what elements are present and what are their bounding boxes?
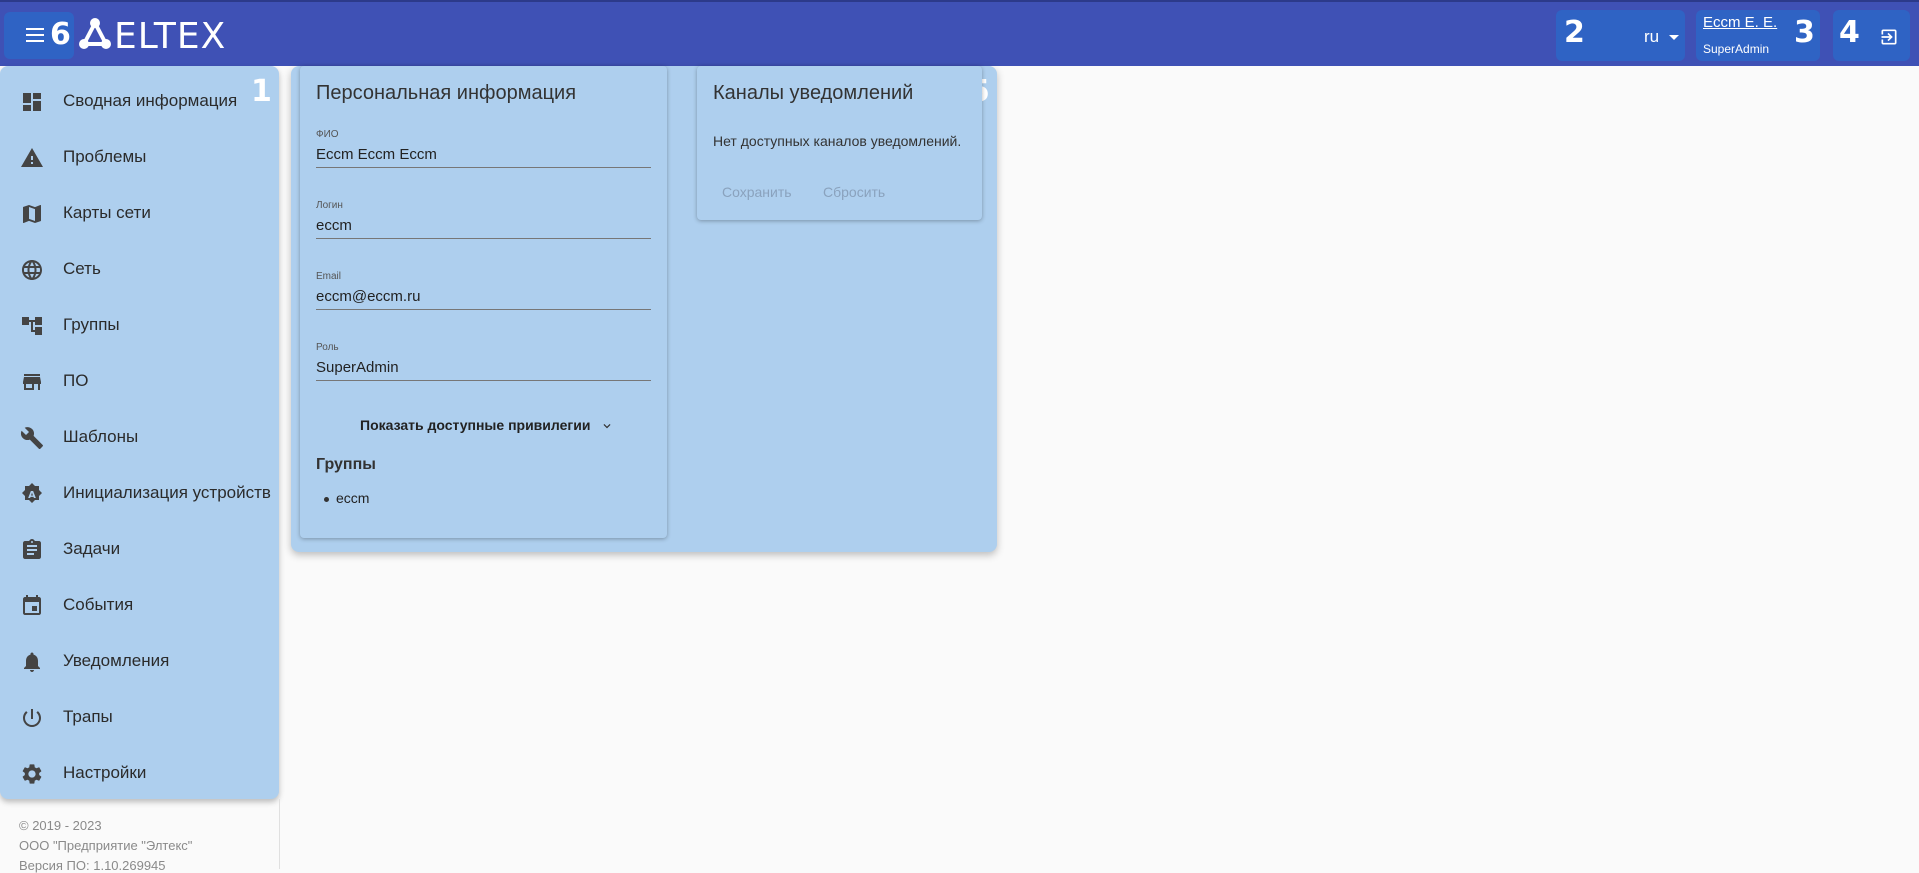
- sidebar-item-network-maps[interactable]: Карты сети: [0, 190, 279, 238]
- device-init-icon: A: [22, 483, 42, 503]
- sidebar-item-software[interactable]: ПО: [0, 358, 279, 406]
- notification-channels-card: Каналы уведомлений Нет доступных каналов…: [697, 66, 982, 220]
- svg-text:A: A: [28, 490, 36, 501]
- sidebar-item-notifications[interactable]: Уведомления: [0, 638, 279, 686]
- personal-info-title: Персональная информация: [316, 82, 577, 104]
- globe-icon: [22, 260, 42, 280]
- footer-version: Версия ПО: 1.10.269945: [19, 858, 166, 873]
- sidebar-item-label: Настройки: [63, 763, 147, 782]
- annotation-marker-3: 3: [1794, 15, 1815, 50]
- sidebar-item-traps[interactable]: Трапы: [0, 694, 279, 742]
- sidebar-item-label: Задачи: [63, 539, 121, 558]
- footer-copyright: © 2019 - 2023: [19, 818, 102, 833]
- show-privileges-toggle[interactable]: Показать доступные привилегии: [360, 417, 614, 433]
- profile-panel: 5 Персональная информация ФИО Eccm Eccm …: [291, 66, 997, 552]
- role-field[interactable]: SuperAdmin: [316, 359, 651, 381]
- wrench-icon: [20, 427, 43, 449]
- save-button[interactable]: Сохранить: [722, 184, 792, 200]
- chevron-down-icon: [603, 424, 611, 429]
- warning-icon: [21, 148, 43, 167]
- sidebar-item-label: ПО: [63, 371, 89, 390]
- email-field[interactable]: eccm@eccm.ru: [316, 288, 651, 310]
- sidebar-item-network[interactable]: Сеть: [0, 246, 279, 294]
- user-menu[interactable]: Eccm E. E. SuperAdmin 3: [1696, 10, 1820, 61]
- hamburger-icon[interactable]: [26, 28, 44, 42]
- sidebar-divider: [279, 799, 280, 869]
- footer-company: ООО "Предприятие "Элтекс": [19, 838, 193, 853]
- login-field[interactable]: eccm: [316, 217, 651, 239]
- channels-title: Каналы уведомлений: [713, 82, 914, 104]
- sidebar-item-dashboard[interactable]: Сводная информация: [0, 78, 279, 126]
- sidebar-item-label: Проблемы: [63, 147, 147, 166]
- menu-button-highlight[interactable]: 6: [4, 12, 74, 59]
- user-name-link[interactable]: Eccm E. E.: [1703, 14, 1777, 31]
- groups-title: Группы: [316, 456, 376, 473]
- logout-icon[interactable]: [1879, 27, 1899, 47]
- sidebar-nav: 1 Сводная информация Проблемы Карты сети…: [0, 66, 279, 799]
- top-app-bar: 6 ELTEX 2 ru Eccm E. E. SuperAdmin 3 4: [0, 0, 1919, 66]
- calendar-icon: [23, 595, 41, 615]
- show-privileges-label: Показать доступные привилегии: [360, 417, 591, 433]
- fio-field[interactable]: Eccm Eccm Eccm: [316, 146, 651, 168]
- personal-info-card: Персональная информация ФИО Eccm Eccm Ec…: [300, 66, 667, 538]
- annotation-marker-2: 2: [1564, 15, 1585, 50]
- sidebar-item-label: События: [63, 595, 134, 614]
- power-icon: [23, 709, 41, 727]
- list-bullet: [324, 497, 329, 502]
- brand-name: ELTEX: [114, 16, 226, 54]
- annotation-marker-6: 6: [50, 17, 71, 52]
- sidebar-item-label: Уведомления: [63, 651, 170, 670]
- hierarchy-icon: [22, 317, 42, 335]
- annotation-marker-4: 4: [1839, 15, 1860, 50]
- dashboard-icon: [23, 93, 41, 111]
- role-label: Роль: [316, 342, 339, 353]
- sidebar-item-templates[interactable]: Шаблоны: [0, 414, 279, 462]
- sidebar-item-settings[interactable]: Настройки: [0, 750, 279, 798]
- sidebar-item-label: Трапы: [63, 707, 113, 726]
- language-value: ru: [1644, 27, 1660, 46]
- sidebar-item-label: Инициализация устройств: [63, 483, 271, 502]
- sidebar-item-label: Шаблоны: [63, 427, 139, 446]
- bell-icon: [24, 652, 40, 672]
- sidebar-item-label: Сводная информация: [63, 91, 238, 110]
- reset-button[interactable]: Сбросить: [823, 184, 885, 200]
- fio-label: ФИО: [316, 129, 339, 140]
- language-selector[interactable]: 2 ru: [1556, 10, 1685, 61]
- sidebar-item-label: Карты сети: [63, 203, 151, 222]
- sidebar-item-groups[interactable]: Группы: [0, 302, 279, 350]
- sidebar-item-device-init[interactable]: A Инициализация устройств: [0, 470, 279, 518]
- no-channels-text: Нет доступных каналов уведомлений.: [713, 133, 962, 149]
- sidebar-item-events[interactable]: События: [0, 582, 279, 630]
- email-label: Email: [316, 271, 342, 282]
- logout-button[interactable]: 4: [1833, 10, 1910, 61]
- clipboard-icon: [23, 539, 41, 559]
- sidebar-item-label: Сеть: [63, 259, 101, 278]
- store-icon: [23, 374, 41, 390]
- caret-down-icon: [1669, 35, 1679, 40]
- group-list-item: eccm: [336, 490, 370, 506]
- sidebar-item-label: Группы: [63, 315, 120, 334]
- login-label: Логин: [316, 200, 343, 211]
- eltex-logo: ELTEX: [79, 16, 226, 54]
- map-icon: [23, 205, 41, 223]
- user-role: SuperAdmin: [1703, 42, 1770, 56]
- sidebar-item-problems[interactable]: Проблемы: [0, 134, 279, 182]
- gear-icon: [22, 764, 42, 784]
- sidebar-item-tasks[interactable]: Задачи: [0, 526, 279, 574]
